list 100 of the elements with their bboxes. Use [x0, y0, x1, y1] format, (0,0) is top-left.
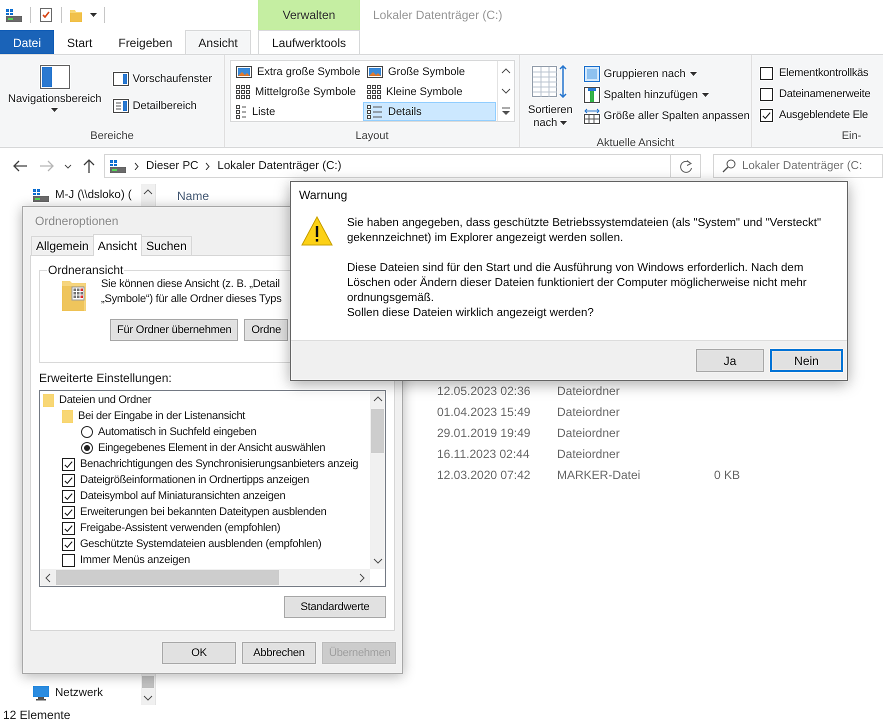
- context-tab-header: Verwalten: [258, 0, 360, 30]
- add-columns-button[interactable]: Spalten hinzufügen: [582, 84, 752, 105]
- layout-option[interactable]: Details: [363, 102, 496, 121]
- checkbox[interactable]: [62, 490, 75, 502]
- checkbox[interactable]: [62, 538, 75, 550]
- layout-option[interactable]: Liste: [232, 102, 363, 121]
- caret-icon: [51, 108, 58, 112]
- chevron-right-icon: [358, 572, 366, 582]
- message-text: Diese Dateien sind für den Start und die Ausführung von Windows erforderlich. Nach dem Löschen oder Ändern dieser Dateien funktioniert der Computer möglicherweise nicht mehr ordnungsgemäß.: [347, 261, 808, 306]
- refresh-icon: [678, 159, 693, 173]
- setting-label[interactable]: Eingegebenes Element in der Ansicht auswählen: [98, 442, 326, 454]
- radio-button[interactable]: [81, 442, 93, 454]
- setting-label[interactable]: Automatisch in Suchfeld eingeben: [98, 426, 256, 438]
- details-pane-icon: [112, 98, 129, 112]
- dialog-tab[interactable]: Allgemein: [31, 236, 94, 255]
- caret-icon[interactable]: [90, 13, 97, 17]
- breadcrumb[interactable]: Lokaler Datenträger (C:): [217, 160, 342, 172]
- item-count: 12 Elemente: [3, 708, 70, 722]
- breadcrumb[interactable]: Dieser PC: [146, 160, 198, 172]
- checkbox[interactable]: [62, 522, 75, 534]
- setting-label[interactable]: Geschützte Systemdateien ausblenden (empfohlen): [80, 538, 322, 550]
- ribbon-tab[interactable]: Datei: [0, 30, 54, 54]
- restore-defaults-button[interactable]: Standardwerte: [284, 596, 386, 618]
- checkbox[interactable]: [760, 108, 773, 122]
- setting-label[interactable]: Benachrichtigungen des Synchronisierungsanbieters anzeig: [80, 458, 358, 470]
- scrollbar-thumb[interactable]: [56, 570, 279, 585]
- apply-button[interactable]: Ordne: [244, 319, 288, 341]
- preview-pane-button[interactable]: Vorschaufenster: [110, 68, 214, 89]
- checkbox[interactable]: [62, 554, 75, 566]
- horizontal-scrollbar[interactable]: [40, 569, 370, 586]
- checkbox[interactable]: [760, 88, 773, 100]
- navigation-pane-button[interactable]: Navigationsbereich: [5, 60, 105, 116]
- checkmark-icon: [63, 540, 74, 548]
- scrollbar-thumb[interactable]: [142, 676, 154, 688]
- ribbon-tab[interactable]: Freigeben: [105, 30, 186, 54]
- search-field[interactable]: Lokaler Datenträger (C:: [712, 154, 883, 178]
- group-icon: [584, 66, 600, 82]
- dialog-button[interactable]: Ja: [696, 349, 764, 372]
- apply-button[interactable]: Für Ordner übernehmen: [110, 319, 238, 341]
- type-cell-text: Dateiordner: [557, 404, 621, 418]
- setting-label[interactable]: Erweiterungen bei bekannten Dateitypen ausblenden: [80, 506, 326, 518]
- monitor-icon: [32, 685, 50, 701]
- setting-label[interactable]: Immer Menüs anzeigen: [80, 554, 190, 566]
- dialog-tab[interactable]: Ansicht: [92, 234, 142, 256]
- group-label: Layout: [354, 129, 390, 144]
- layout-option[interactable]: Kleine Symbole: [363, 82, 496, 101]
- setting-label[interactable]: Dateisymbol auf Miniaturansichten anzeigen: [80, 490, 286, 502]
- layout-option[interactable]: Extra große Symbole: [232, 62, 363, 81]
- setting-label[interactable]: Dateigrößeinformationen in Ordnertipps anzeigen: [80, 474, 310, 486]
- details-pane-button[interactable]: Detailbereich: [110, 95, 214, 116]
- sort-by-button[interactable]: Sortieren nach: [525, 60, 576, 134]
- add-column-icon: [584, 86, 600, 102]
- dialog-button[interactable]: Nein: [770, 349, 843, 372]
- date-cell-text: 12.05.2023 02:36: [437, 384, 532, 398]
- checkbox-label[interactable]: Dateinamenerweite: [779, 88, 870, 100]
- section-label: Erweiterte Einstellungen:: [39, 371, 173, 385]
- description-text: Sie können diese Ansicht (z. B. „Detail: [101, 277, 281, 292]
- dialog-button[interactable]: Abbrechen: [242, 642, 316, 664]
- ribbon-tab[interactable]: Ansicht: [185, 30, 251, 54]
- ribbon-tab[interactable]: Laufwerktools: [258, 30, 360, 54]
- dialog-tab[interactable]: Suchen: [141, 236, 192, 255]
- caret-icon: [560, 121, 568, 126]
- checkmark-document-icon[interactable]: [38, 7, 54, 23]
- checkbox[interactable]: [760, 66, 773, 80]
- date-cell-text: 29.01.2019 19:49: [437, 426, 532, 440]
- size-columns-button[interactable]: Größe aller Spalten anpassen: [582, 105, 752, 126]
- setting-label[interactable]: Freigabe-Assistent verwenden (empfohlen): [80, 522, 280, 534]
- checkbox[interactable]: [62, 474, 75, 486]
- checkbox[interactable]: [62, 506, 75, 518]
- checkbox[interactable]: [62, 458, 75, 470]
- dialog-button[interactable]: OK: [162, 642, 236, 664]
- folder-icon: [43, 392, 54, 408]
- picture-icon: [367, 66, 383, 78]
- vertical-scrollbar[interactable]: [370, 391, 385, 569]
- drive-icon[interactable]: [5, 8, 23, 22]
- caret-icon: [690, 72, 697, 76]
- refresh-button[interactable]: [671, 154, 701, 178]
- checkmark-icon: [63, 476, 74, 484]
- layout-option[interactable]: Große Symbole: [363, 62, 496, 81]
- setting-label: Bei der Eingabe in der Listenansicht: [78, 410, 246, 422]
- layout-option[interactable]: Mittelgroße Symbole: [232, 82, 363, 101]
- nav-item[interactable]: Netzwerk: [55, 687, 103, 699]
- size-cell-text: 0 KB: [712, 468, 740, 482]
- search-input[interactable]: Lokaler Datenträger (C:: [742, 160, 882, 172]
- group-by-button[interactable]: Gruppieren nach: [582, 63, 752, 84]
- ribbon-tab[interactable]: Start: [54, 30, 106, 54]
- checkbox-label[interactable]: Elementkontrollkäs: [779, 67, 868, 79]
- picture-icon: [236, 66, 252, 78]
- column-header[interactable]: Name: [177, 189, 210, 203]
- chevron-down-icon: [64, 164, 72, 168]
- address-field[interactable]: Dieser PC Lokaler Datenträger (C:): [104, 154, 672, 178]
- scrollbar-thumb[interactable]: [371, 409, 384, 453]
- forward-arrow-icon: [39, 159, 54, 173]
- radio-button[interactable]: [81, 426, 93, 438]
- chevron-up-icon: [501, 67, 511, 75]
- message-text: Sie haben angegeben, dass geschützte Betriebssystemdateien (als "System" und "Versteckt" gekennzeichnet) im Explorer angezeigt werden sollen.: [347, 216, 822, 246]
- drive-icon: [109, 158, 128, 174]
- checkmark-icon: [63, 524, 74, 532]
- checkbox-label[interactable]: Ausgeblendete Ele: [779, 109, 868, 121]
- nav-item[interactable]: M-J (\\dsloko) (: [55, 189, 132, 201]
